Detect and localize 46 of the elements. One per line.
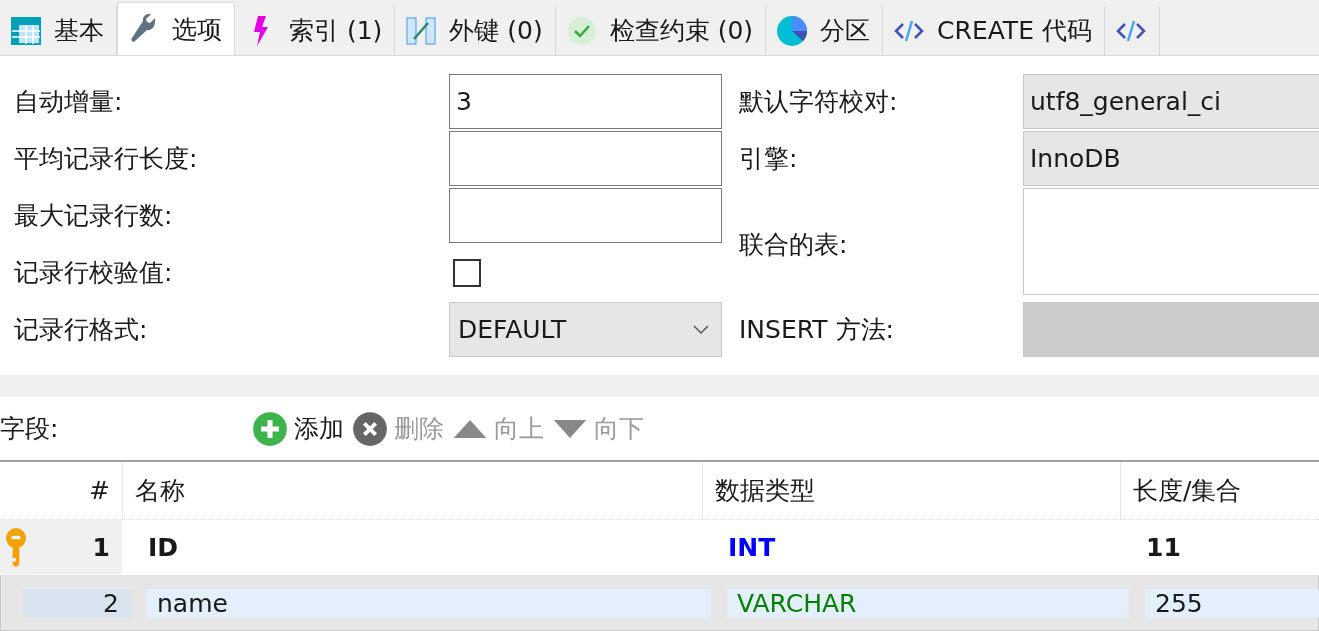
column-header[interactable]: # xyxy=(0,462,122,519)
table-cell: name xyxy=(147,588,711,618)
pie-chart-icon xyxy=(776,14,809,47)
input-field[interactable] xyxy=(1023,302,1319,357)
input-field[interactable]: utf8_general_ci xyxy=(1023,74,1319,129)
tab[interactable]: 检查约束 (0) xyxy=(555,6,767,55)
tab[interactable]: CREATE 代码 xyxy=(883,6,1105,55)
field-label: 记录行校验值: xyxy=(13,257,174,289)
tab[interactable]: 索引 (1) xyxy=(235,6,396,55)
tab[interactable]: 外键 (0) xyxy=(395,6,556,55)
input-field[interactable]: InnoDB xyxy=(1023,131,1319,186)
column-header[interactable]: 名称 xyxy=(122,462,702,519)
column-header[interactable]: 数据类型 xyxy=(702,462,1120,519)
column-header[interactable]: 长度/集合 xyxy=(1120,462,1319,519)
field-label: 默认字符校对: xyxy=(738,86,899,118)
plus-icon xyxy=(252,410,288,447)
dropdown[interactable]: DEFAULT xyxy=(449,302,722,357)
table-cell: VARCHAR xyxy=(727,588,1129,618)
chevron-down-icon xyxy=(693,324,709,335)
row-number[interactable]: 2 xyxy=(23,588,131,618)
input-field[interactable] xyxy=(449,131,722,186)
row-number[interactable]: 1 xyxy=(0,520,122,574)
field-label: 联合的表: xyxy=(738,228,849,261)
tab[interactable]: 基本 xyxy=(0,6,117,55)
tab[interactable]: 选项 xyxy=(117,2,235,55)
table-cell: 255 xyxy=(1145,588,1319,618)
field-label: 记录行格式: xyxy=(13,314,149,346)
tab[interactable]: 分区 xyxy=(766,6,884,55)
add-button[interactable]: 添加 xyxy=(250,410,350,447)
table-icon xyxy=(10,14,42,47)
field-label: 引擎: xyxy=(738,143,799,175)
foreign-key-icon xyxy=(405,14,438,47)
check-icon xyxy=(565,14,598,47)
field-label: INSERT 方法: xyxy=(738,314,895,346)
checkbox[interactable] xyxy=(453,258,481,287)
field-label: 自动增量: xyxy=(13,86,124,118)
input-field[interactable]: 3 xyxy=(449,74,722,129)
fields-label: 字段: xyxy=(0,413,60,445)
table-cell-text: INT xyxy=(727,531,777,564)
key-icon xyxy=(4,527,28,567)
close-icon xyxy=(352,410,388,447)
field-label: 平均记录行长度: xyxy=(13,143,199,175)
field-label: 最大记录行数: xyxy=(13,200,174,232)
input-field[interactable] xyxy=(449,188,722,243)
table-cell-text: 11 xyxy=(1145,531,1182,564)
table-cell-text: ID xyxy=(147,531,180,564)
